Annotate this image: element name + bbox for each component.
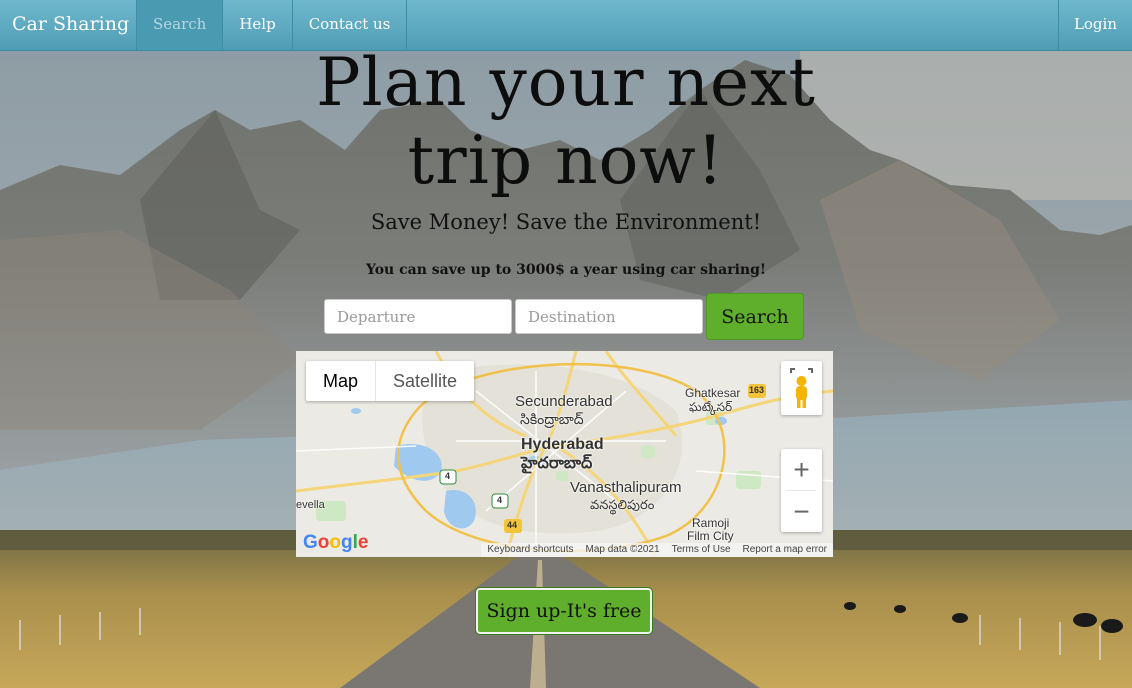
street-view-control[interactable] [781, 361, 822, 415]
report-map-error-link[interactable]: Report a map error [737, 543, 833, 557]
headline-line-1: Plan your next [316, 44, 816, 121]
google-logo-letter: o [329, 532, 341, 553]
map-label-film-city: Film City [687, 529, 734, 543]
map-attribution-bar: Keyboard shortcuts Map data ©2021 Terms … [481, 543, 833, 557]
nav-item-search[interactable]: Search [136, 0, 223, 50]
road-shield-4-south: 4 [497, 495, 503, 505]
map-data-text: Map data ©2021 [585, 544, 660, 555]
map-label-hyderabad-telugu: హైదరాబాద్ [521, 455, 593, 472]
nav-item-contact[interactable]: Contact us [291, 0, 408, 50]
savings-tagline: You can save up to 3000$ a year using ca… [365, 262, 767, 278]
map-type-satellite-button[interactable]: Satellite [376, 361, 474, 401]
zoom-in-button[interactable]: + [781, 449, 822, 490]
map-label-vanasthalipuram-telugu: వనస్థలిపురం [590, 497, 655, 512]
google-logo-letter: o [317, 532, 330, 553]
google-logo-letter: g [341, 532, 353, 553]
map-label-ghatkesar-telugu: ఘట్కేసర్ [689, 400, 733, 414]
destination-input[interactable] [515, 299, 703, 334]
keyboard-shortcuts-link[interactable]: Keyboard shortcuts [481, 543, 579, 557]
map-label-hyderabad: Hyderabad [521, 436, 604, 453]
map-label-vanasthalipuram: Vanasthalipuram [570, 479, 682, 496]
road-shield-163: 163 [749, 385, 765, 395]
road-shield-4-west: 4 [445, 471, 451, 481]
map-type-control: Map Satellite [306, 361, 475, 401]
pegman-icon [790, 368, 813, 408]
brand-logo[interactable]: Car Sharing [0, 0, 136, 50]
map-label-ghatkesar: Ghatkesar [685, 386, 741, 400]
map-label-ramoji: Ramoji [692, 516, 730, 530]
departure-input[interactable] [324, 299, 512, 334]
map-label-secunderabad-telugu: సికింద్రాబాద్ [520, 411, 584, 427]
road-shield-44: 44 [507, 520, 518, 530]
zoom-out-button[interactable]: − [781, 491, 822, 532]
page-subheading: Save Money! Save the Environment! [370, 210, 762, 234]
map-type-map-button[interactable]: Map [306, 361, 377, 401]
google-logo-letter: G [303, 532, 318, 553]
login-link[interactable]: Login [1057, 0, 1132, 50]
map-label-secunderabad: Secunderabad [515, 393, 613, 410]
google-logo-letter: e [357, 532, 369, 553]
zoom-control: + − [781, 449, 822, 532]
headline-line-2: trip now! [407, 122, 725, 199]
map-label-evella: evella [296, 499, 325, 511]
terms-of-use-link[interactable]: Terms of Use [666, 543, 737, 557]
search-button[interactable]: Search [706, 293, 804, 340]
nav-item-help[interactable]: Help [222, 0, 291, 50]
page-headline: Plan your next trip now! [266, 44, 866, 200]
signup-button[interactable]: Sign up-It's free [475, 587, 653, 635]
google-logo[interactable]: Google [303, 532, 368, 554]
map-widget[interactable]: Secunderabad సికింద్రాబాద్ Hyderabad హైద… [296, 351, 833, 557]
